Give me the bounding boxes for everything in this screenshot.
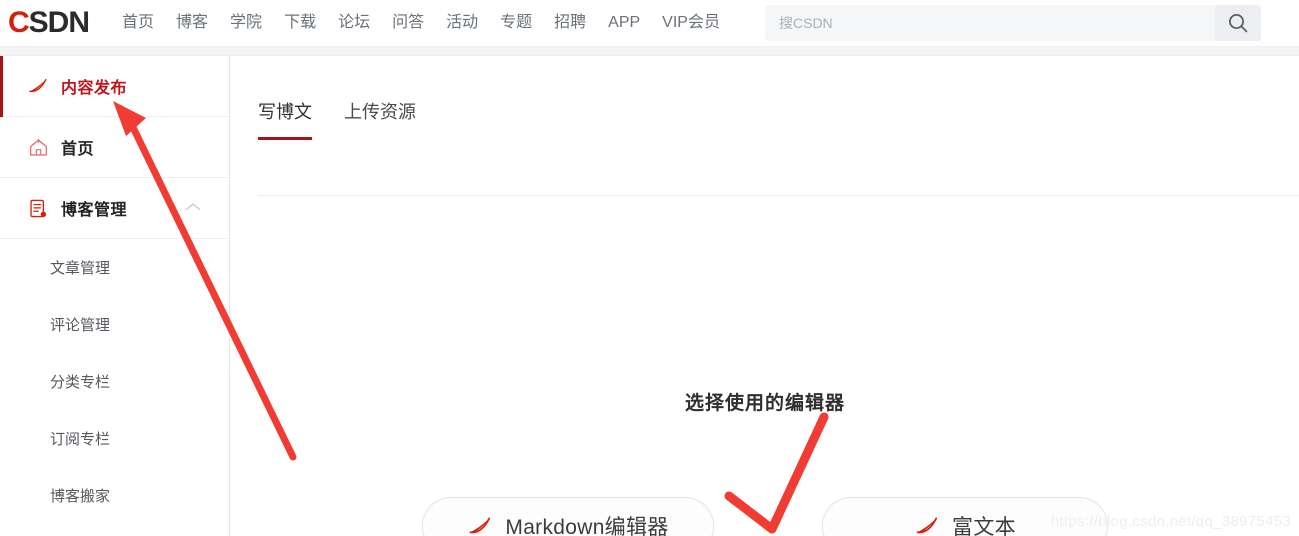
main-content: 写博文 上传资源 选择使用的编辑器 Markdown编辑器 富文本 xyxy=(231,56,1299,536)
logo-sdn: SDN xyxy=(28,6,90,39)
pen-icon xyxy=(916,517,938,534)
sidebar-subitem-category-column[interactable]: 分类专栏 xyxy=(0,353,229,410)
sidebar-label-content-publish: 内容发布 xyxy=(61,80,128,97)
chevron-up-icon[interactable] xyxy=(185,199,201,217)
sidebar-label-blog-manage: 博客管理 xyxy=(61,202,128,219)
pen-icon xyxy=(470,517,491,534)
sidebar-subitem-article-manage[interactable]: 文章管理 xyxy=(0,239,229,296)
markdown-editor-label: Markdown编辑器 xyxy=(505,516,669,536)
nav-item-1[interactable]: 博客 xyxy=(165,8,219,38)
nav-item-8[interactable]: 招聘 xyxy=(543,8,597,38)
nav-item-4[interactable]: 论坛 xyxy=(327,8,381,38)
tab-bar: 写博文 上传资源 xyxy=(258,100,1299,140)
watermark-text: https://blog.csdn.net/qq_38975453 xyxy=(1050,513,1291,530)
csdn-logo[interactable]: CSDN xyxy=(8,6,90,39)
home-icon xyxy=(27,136,49,158)
page-title: 选择使用的编辑器 xyxy=(684,393,845,414)
nav-item-0[interactable]: 首页 xyxy=(111,8,165,38)
tab-write-blog[interactable]: 写博文 xyxy=(258,100,312,140)
search-button[interactable] xyxy=(1215,5,1261,41)
sidebar-label-home: 首页 xyxy=(61,141,95,158)
pen-icon xyxy=(27,75,49,97)
page-root: CSDN 首页 博客 学院 下载 论坛 问答 活动 专题 招聘 APP VIP会… xyxy=(0,0,1299,536)
nav-item-2[interactable]: 学院 xyxy=(219,8,273,38)
sidebar-subitem-blog-move[interactable]: 博客搬家 xyxy=(0,467,229,524)
header-divider xyxy=(0,46,1299,56)
search-icon xyxy=(1229,14,1248,33)
active-accent-bar xyxy=(0,56,3,117)
markdown-editor-button[interactable]: Markdown编辑器 xyxy=(422,497,714,536)
site-header: CSDN 首页 博客 学院 下载 论坛 问答 活动 专题 招聘 APP VIP会… xyxy=(0,0,1299,46)
nav-item-6[interactable]: 活动 xyxy=(435,8,489,38)
nav-item-7[interactable]: 专题 xyxy=(489,8,543,38)
tab-upload-resource[interactable]: 上传资源 xyxy=(344,100,416,136)
nav-item-10[interactable]: VIP会员 xyxy=(651,8,731,38)
sidebar-subitem-comment-manage[interactable]: 评论管理 xyxy=(0,296,229,353)
main-nav: 首页 博客 学院 下载 论坛 问答 活动 专题 招聘 APP VIP会员 xyxy=(111,8,731,38)
sidebar-item-home[interactable]: 首页 xyxy=(0,117,229,178)
search-input[interactable] xyxy=(765,5,1215,41)
nav-item-3[interactable]: 下载 xyxy=(273,8,327,38)
rich-text-editor-label: 富文本 xyxy=(952,516,1016,536)
nav-item-9[interactable]: APP xyxy=(597,8,651,38)
search-box xyxy=(765,5,1261,41)
nav-item-5[interactable]: 问答 xyxy=(381,8,435,38)
sidebar: 内容发布 首页 博客管理 文章管理 评论管理 分类专栏 订阅专栏 博客搬家 xyxy=(0,56,230,536)
tab-underline-divider xyxy=(258,195,1299,196)
logo-c: C xyxy=(8,6,30,39)
sidebar-item-content-publish[interactable]: 内容发布 xyxy=(0,56,229,117)
document-icon xyxy=(27,197,49,219)
sidebar-item-blog-manage[interactable]: 博客管理 xyxy=(0,178,229,239)
sidebar-subitem-subscribe-column[interactable]: 订阅专栏 xyxy=(0,410,229,467)
